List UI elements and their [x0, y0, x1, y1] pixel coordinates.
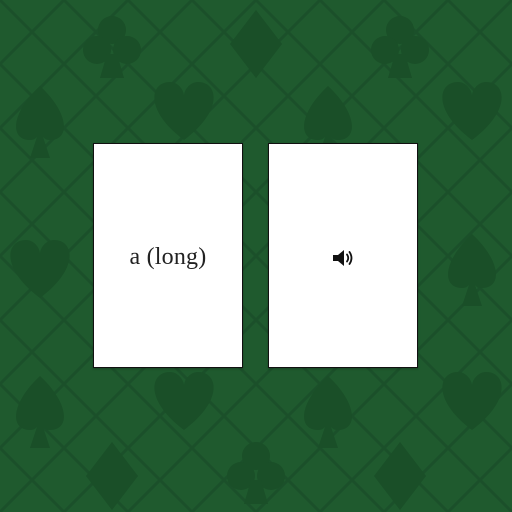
table-background [0, 0, 512, 512]
card-label: a (long) [129, 244, 207, 270]
flashcard-audio[interactable] [268, 143, 418, 368]
speaker-icon[interactable] [330, 245, 356, 271]
flashcard-text[interactable]: a (long) [93, 143, 243, 368]
